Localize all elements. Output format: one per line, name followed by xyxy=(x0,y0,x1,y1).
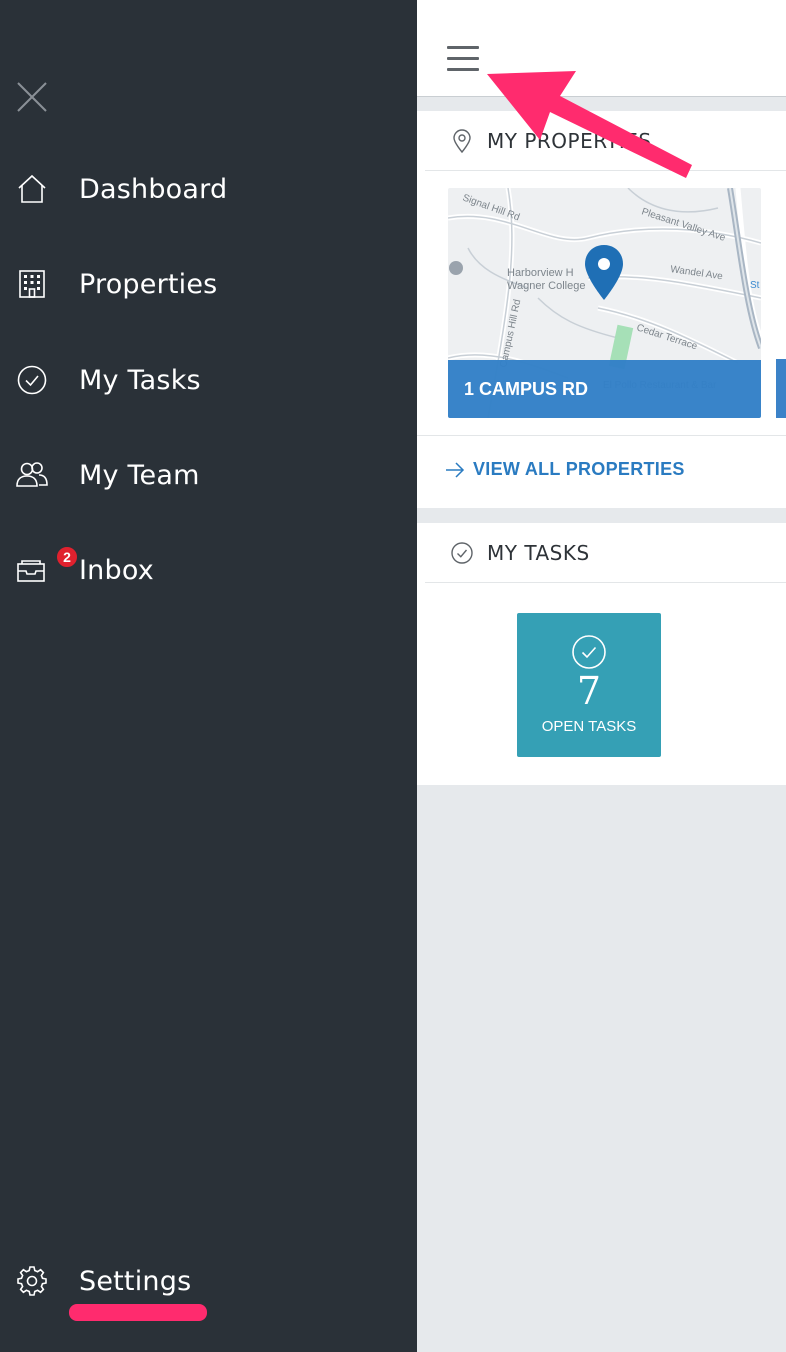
tasks-card: MY TASKS 7 OPEN TASKS xyxy=(417,523,786,785)
open-tasks-label: OPEN TASKS xyxy=(541,718,637,735)
sidebar-item-label: Inbox xyxy=(79,554,154,586)
inbox-icon: 2 xyxy=(14,546,78,588)
next-property-card-peek[interactable] xyxy=(776,359,786,418)
sidebar-item-my-team[interactable]: My Team xyxy=(0,445,417,505)
card-title: MY PROPERTIES xyxy=(487,128,652,153)
sidebar-item-properties[interactable]: Properties xyxy=(0,254,417,314)
navigation-drawer: Dashboard Properties My Tasks My Team 2 … xyxy=(0,0,417,1352)
svg-text:Wagner College: Wagner College xyxy=(507,280,585,292)
property-map-card[interactable]: Signal Hill Rd Pleasant Valley Ave Wande… xyxy=(448,188,761,418)
properties-card: MY PROPERTIES Signal Hill Rd Pleasant Va… xyxy=(417,111,786,508)
arrow-right-icon xyxy=(446,461,465,478)
card-header: MY TASKS xyxy=(425,523,786,583)
view-all-properties-link[interactable]: VIEW ALL PROPERTIES xyxy=(445,459,685,480)
sidebar-item-dashboard[interactable]: Dashboard xyxy=(0,159,417,219)
sidebar-item-label: Settings xyxy=(79,1265,192,1297)
main-content: MY PROPERTIES Signal Hill Rd Pleasant Va… xyxy=(417,0,786,1352)
team-icon xyxy=(14,457,50,493)
sidebar-item-inbox[interactable]: 2 Inbox xyxy=(0,540,417,600)
sidebar-item-label: Dashboard xyxy=(79,173,228,205)
home-icon xyxy=(14,171,50,207)
gear-icon xyxy=(14,1263,50,1299)
sidebar-item-label: Properties xyxy=(79,268,218,300)
sidebar-item-my-tasks[interactable]: My Tasks xyxy=(0,350,417,410)
divider xyxy=(417,435,786,436)
card-header: MY PROPERTIES xyxy=(425,111,786,171)
building-icon xyxy=(14,266,50,302)
location-pin-icon xyxy=(449,128,475,154)
close-icon[interactable] xyxy=(14,79,50,115)
sidebar-item-settings[interactable]: Settings xyxy=(0,1251,417,1311)
top-bar xyxy=(417,0,786,97)
svg-text:St: St xyxy=(750,280,760,291)
sidebar-item-label: My Tasks xyxy=(79,364,201,396)
open-tasks-count: 7 xyxy=(576,669,602,713)
menu-icon[interactable] xyxy=(447,46,479,72)
svg-text:Harborview H: Harborview H xyxy=(507,267,574,279)
check-circle-icon xyxy=(14,362,50,398)
sidebar-item-label: My Team xyxy=(79,459,200,491)
check-circle-icon xyxy=(449,540,475,566)
annotation-underline xyxy=(69,1304,207,1321)
open-tasks-tile[interactable]: 7 OPEN TASKS xyxy=(517,613,661,757)
check-circle-icon xyxy=(572,635,606,669)
unread-count-badge: 2 xyxy=(56,546,78,568)
card-title: MY TASKS xyxy=(487,540,590,565)
view-all-properties-label: VIEW ALL PROPERTIES xyxy=(473,459,685,479)
property-address: 1 CAMPUS RD xyxy=(448,360,761,418)
